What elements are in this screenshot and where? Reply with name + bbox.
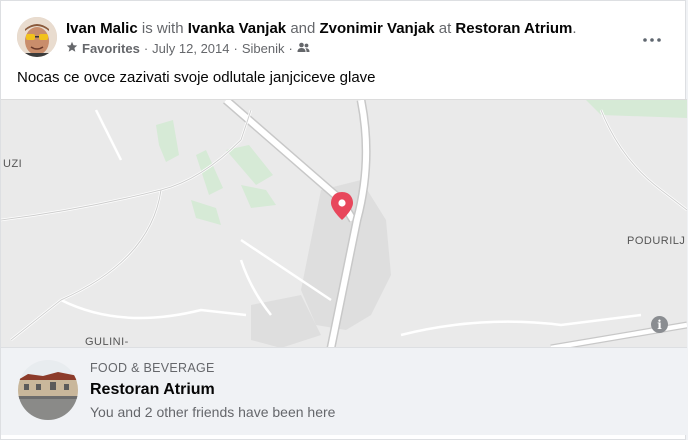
meta-separator: · — [233, 41, 238, 56]
post-header: Ivan Malic is with Ivanka Vanjak and Zvo… — [15, 13, 675, 63]
friends-icon[interactable] — [297, 41, 310, 57]
info-icon[interactable]: i — [651, 316, 668, 333]
tagged-friend-2[interactable]: Zvonimir Vanjak — [320, 20, 435, 37]
title-period: . — [572, 20, 577, 37]
author-name[interactable]: Ivan Malic — [66, 20, 138, 37]
map-label-podurilj: PODURILJ — [627, 235, 686, 247]
meta-separator: · — [143, 41, 149, 56]
at-text: at — [438, 20, 452, 37]
post-date[interactable]: July 12, 2014 — [152, 41, 229, 57]
post-card: Ivan Malic is with Ivanka Vanjak and Zvo… — [0, 0, 687, 440]
tagged-friend-1[interactable]: Ivanka Vanjak — [188, 20, 286, 37]
map-graphic — [1, 100, 687, 348]
post-title-line: Ivan Malic is with Ivanka Vanjak and Zvo… — [66, 19, 577, 39]
post-meta: Favorites · July 12, 2014 · Sibenik · — [66, 41, 310, 57]
place-category: FOOD & BEVERAGE — [90, 361, 215, 375]
meta-separator: · — [288, 41, 293, 56]
with-text: is with — [141, 20, 184, 37]
place-photo[interactable] — [18, 360, 78, 420]
place-name[interactable]: Restoran Atrium — [90, 381, 215, 399]
place-subtitle: You and 2 other friends have been here — [90, 404, 336, 420]
author-avatar[interactable] — [17, 17, 57, 57]
more-options-icon[interactable] — [637, 25, 667, 55]
checkin-place[interactable]: Restoran Atrium — [455, 20, 572, 37]
map-label-uzi: UZI — [3, 158, 23, 170]
star-icon — [66, 41, 78, 57]
post-city[interactable]: Sibenik — [242, 41, 285, 57]
location-map[interactable]: UZI PODURILJ GULINI- i — [1, 99, 687, 348]
and-text: and — [290, 20, 316, 37]
place-card[interactable]: FOOD & BEVERAGE Restoran Atrium You and … — [1, 347, 687, 435]
favorites-label[interactable]: Favorites — [82, 41, 140, 57]
post-text: Nocas ce ovce zazivati svoje odlutale ja… — [17, 69, 376, 86]
